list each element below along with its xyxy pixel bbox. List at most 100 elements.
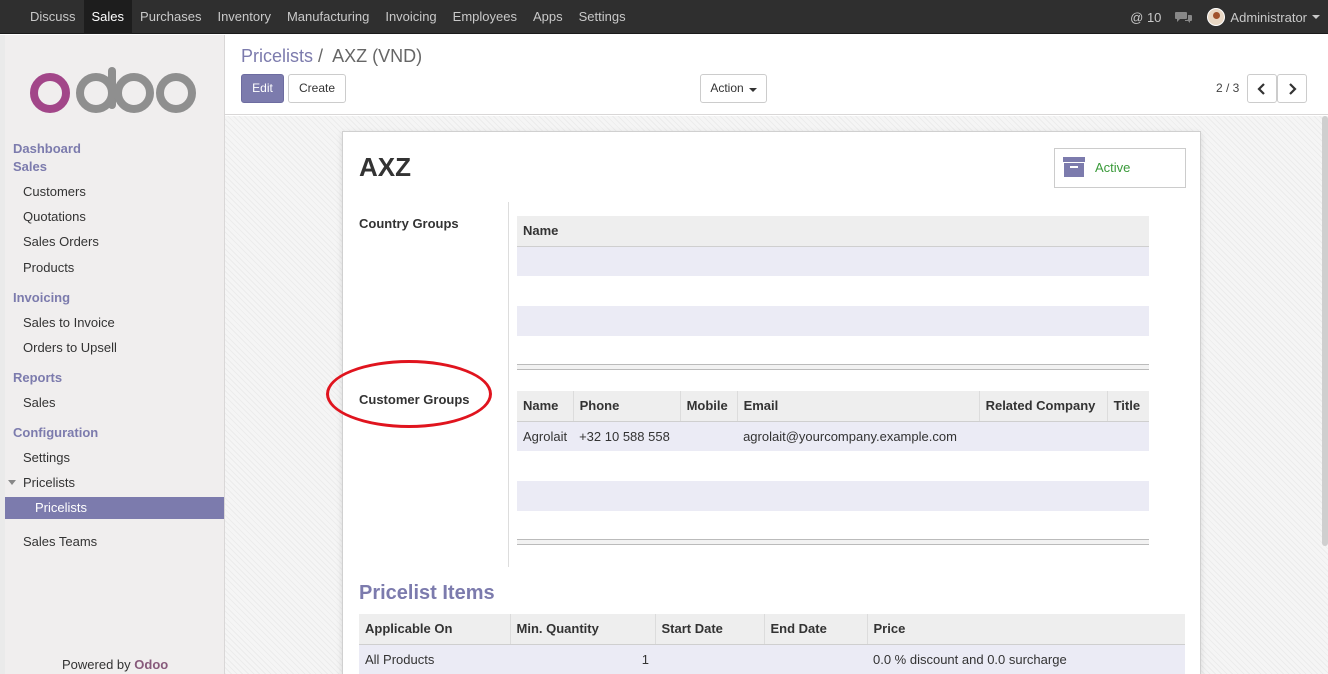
column-header[interactable]: End Date [764,614,868,645]
customer-groups-label: Customer Groups [359,392,470,407]
breadcrumb-pricelists[interactable]: Pricelists [241,46,313,66]
create-button[interactable]: Create [288,74,346,103]
action-label: Action [710,81,744,95]
menu-settings[interactable]: Settings [571,0,634,34]
table-row[interactable]: Agrolait +32 10 588 558 agrolait@yourcom… [517,421,1149,451]
table-row [517,481,1149,511]
table-row [517,246,1149,276]
archive-icon [1063,157,1085,177]
empty-cell [517,306,1149,336]
cell-min-quantity: 1 [510,644,655,674]
powered-by: Powered by Odoo [62,657,168,672]
pricelist-items-title: Pricelist Items [359,582,495,604]
table-row [517,451,1149,481]
sidebar-section-invoicing: Invoicing [13,290,71,305]
country-groups-label: Country Groups [359,216,459,231]
sidebar-item-settings[interactable]: Settings [23,450,70,465]
menu-sales[interactable]: Sales [83,0,133,34]
sidebar-item-pricelists-group[interactable]: Pricelists [23,475,75,490]
column-header[interactable]: Mobile [680,391,738,422]
sidebar-item-reports-sales[interactable]: Sales [23,395,56,410]
cell-phone: +32 10 588 558 [573,421,681,451]
cell-end-date [764,644,867,674]
sidebar-item-products[interactable]: Products [23,260,74,275]
control-panel: Pricelists / AXZ (VND) Edit Create Actio… [225,35,1328,115]
table-row[interactable]: All Products 1 0.0 % discount and 0.0 su… [359,644,1185,674]
column-header[interactable]: Email [737,391,980,422]
sidebar-item-quotations[interactable]: Quotations [23,209,86,224]
sidebar: Dashboard Sales Customers Quotations Sal… [0,35,225,674]
active-toggle-button[interactable]: Active [1054,148,1186,188]
menu-purchases[interactable]: Purchases [132,0,209,34]
cell-price: 0.0 % discount and 0.0 surcharge [867,644,1185,674]
column-header[interactable]: Phone [573,391,681,422]
customer-groups-table: Name Phone Mobile Email Related Company … [517,391,1149,541]
column-header[interactable]: Name [517,391,574,422]
menu-manufacturing[interactable]: Manufacturing [279,0,377,34]
table-row [517,336,1149,366]
menu-apps[interactable]: Apps [525,0,571,34]
sidebar-section-reports: Reports [13,370,63,385]
action-dropdown[interactable]: Action [700,74,767,103]
sidebar-dashboard[interactable]: Dashboard [13,141,81,156]
scrollbar[interactable] [1322,116,1328,546]
menu-employees[interactable]: Employees [445,0,525,34]
top-navbar: Discuss Sales Purchases Inventory Manufa… [0,0,1328,34]
user-menu[interactable]: Administrator [1207,8,1320,26]
sidebar-item-sales-to-invoice[interactable]: Sales to Invoice [23,315,115,330]
menu-inventory[interactable]: Inventory [209,0,278,34]
powered-by-brand[interactable]: Odoo [134,657,168,672]
column-header[interactable]: Related Company [979,391,1108,422]
empty-cell [517,511,1149,541]
column-header[interactable]: Min. Quantity [510,614,656,645]
sidebar-item-sales-orders[interactable]: Sales Orders [23,234,99,249]
sidebar-item-customers[interactable]: Customers [23,184,86,199]
country-groups-table: Name [517,216,1149,366]
odoo-logo[interactable] [30,65,200,115]
breadcrumb: Pricelists / AXZ (VND) [241,46,422,67]
sidebar-edge [0,35,5,674]
cell-company [979,421,1108,451]
column-header[interactable]: Name [517,216,1149,247]
pager-next-button[interactable] [1277,74,1307,103]
sidebar-section-sales: Sales [13,159,47,174]
column-header[interactable]: Title [1107,391,1149,422]
table-footer [517,539,1149,545]
chevron-down-icon [8,480,16,485]
powered-by-label: Powered by [62,657,131,672]
sidebar-item-sales-teams[interactable]: Sales Teams [23,534,97,549]
menu-invoicing[interactable]: Invoicing [377,0,444,34]
column-header[interactable]: Applicable On [359,614,511,645]
cell-email: agrolait@yourcompany.example.com [737,421,980,451]
active-label: Active [1095,160,1131,175]
chevron-right-icon [1289,83,1297,95]
user-name: Administrator [1230,9,1307,25]
chevron-down-icon [748,88,757,92]
sidebar-item-pricelists[interactable]: Pricelists [5,497,224,519]
form-sheet: AXZ Active Country Groups Name Customer … [342,131,1201,674]
sidebar-section-configuration: Configuration [13,425,99,440]
separator [508,202,509,567]
cell-start-date [655,644,764,674]
cell-mobile [680,421,738,451]
column-header[interactable]: Price [867,614,1185,645]
table-row [517,306,1149,336]
mentions-counter[interactable]: @ 10 [1130,10,1161,25]
table-row [517,276,1149,306]
cell-name: Agrolait [517,421,574,451]
systray: @ 10 Administrator [1116,0,1320,34]
empty-cell [517,481,1149,511]
cell-applicable-on: All Products [359,644,510,674]
sidebar-item-orders-to-upsell[interactable]: Orders to Upsell [23,340,117,355]
empty-cell [517,451,1149,481]
table-row [517,511,1149,541]
chat-icon[interactable] [1175,10,1193,24]
empty-cell [517,276,1149,306]
breadcrumb-current: AXZ (VND) [332,46,423,66]
edit-button[interactable]: Edit [241,74,284,103]
table-footer [517,364,1149,370]
chevron-left-icon [1257,83,1265,95]
column-header[interactable]: Start Date [655,614,765,645]
pager-previous-button[interactable] [1247,74,1277,103]
menu-discuss[interactable]: Discuss [22,0,84,34]
